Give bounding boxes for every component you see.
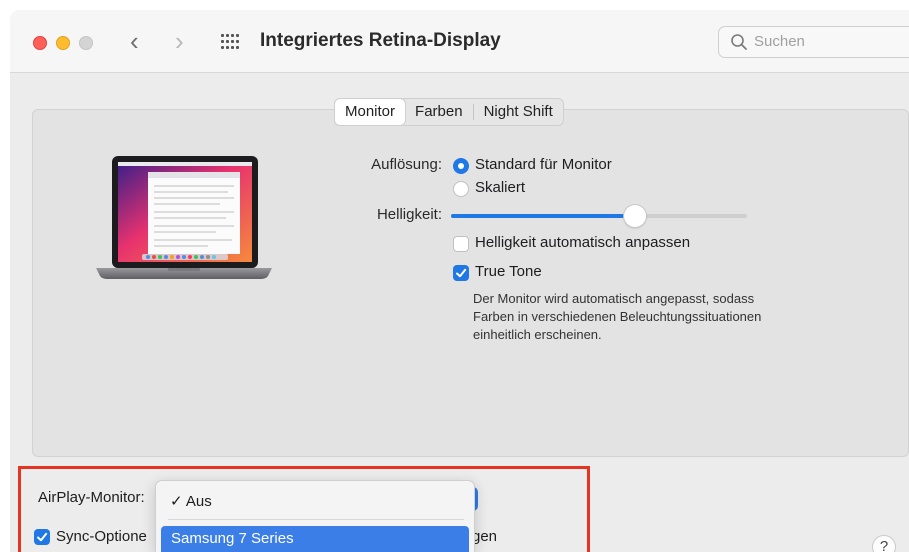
brightness-slider[interactable] [451,205,747,227]
resolution-scaled-label: Skaliert [475,179,526,196]
chevron-right-icon[interactable]: › [175,26,184,56]
resolution-scaled-radio[interactable] [453,181,469,197]
resolution-standard-label: Standard für Monitor [475,156,612,173]
tab-night-shift[interactable]: Night Shift [474,99,563,125]
true-tone-description: Der Monitor wird automatisch angepasst, … [473,291,762,342]
chevron-left-icon[interactable]: ‹ [130,26,139,56]
true-tone-checkbox[interactable] [453,265,469,281]
title-bar: ‹ › Integriertes Retina-Display Suchen [10,10,909,73]
help-button[interactable]: ? [872,535,896,552]
auto-brightness-checkbox[interactable] [453,236,469,252]
resolution-standard-radio[interactable] [453,158,469,174]
tab-bar: Monitor Farben Night Shift [334,98,564,126]
highlight-annotation-box [18,466,590,552]
search-field[interactable]: Suchen [718,26,909,58]
window-title: Integriertes Retina-Display [260,30,501,51]
brightness-slider-knob[interactable] [623,205,646,227]
laptop-illustration [96,156,272,279]
grid-icon[interactable] [221,34,241,50]
tab-monitor[interactable]: Monitor [335,99,406,125]
brightness-label: Helligkeit: [376,206,442,223]
auto-brightness-label: Helligkeit automatisch anpassen [475,234,691,251]
true-tone-label: True Tone [475,263,542,280]
checkmark-icon [456,268,467,278]
close-icon[interactable] [33,36,47,50]
tab-farben[interactable]: Farben [405,99,473,125]
brightness-slider-fill [451,214,635,218]
search-icon [731,34,747,50]
minimize-icon[interactable] [56,36,70,50]
search-placeholder: Suchen [754,33,805,50]
resolution-label: Auflösung: [371,156,442,173]
zoom-icon[interactable] [79,36,93,50]
